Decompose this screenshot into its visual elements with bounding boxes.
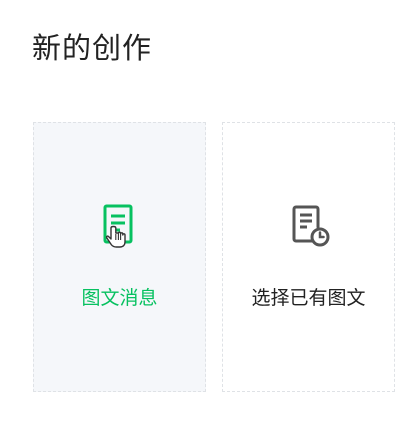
article-document-icon: [103, 204, 132, 248]
hand-pointer-icon: [105, 225, 126, 248]
select-existing-article-label: 选择已有图文: [251, 287, 366, 309]
select-existing-article-card[interactable]: 选择已有图文: [222, 122, 395, 392]
document-clock-icon: [292, 205, 329, 247]
article-message-card[interactable]: 图文消息: [33, 122, 206, 392]
page-title: 新的创作: [32, 31, 153, 65]
article-message-label: 图文消息: [81, 287, 158, 309]
new-creation-panel: 新的创作 图文消息 选择已有图文: [0, 0, 403, 434]
